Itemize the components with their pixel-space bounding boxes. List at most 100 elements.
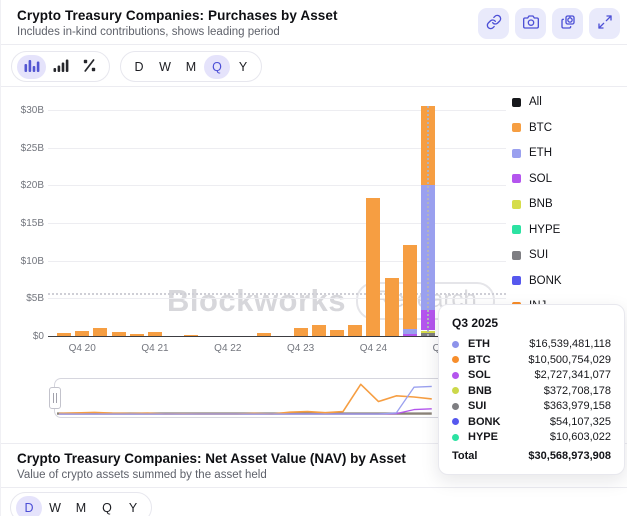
reference-line <box>48 293 506 295</box>
chart-actions <box>478 8 620 39</box>
top-period-d-button[interactable]: D <box>126 55 152 79</box>
page-title: Crypto Treasury Companies: Purchases by … <box>17 8 338 23</box>
legend-label: All <box>529 96 542 108</box>
blockworks-logo: Blockworks <box>167 283 346 319</box>
tooltip-row-bonk: BONK$54,107,325 <box>452 416 611 428</box>
y-axis-tick: $5B <box>4 293 44 304</box>
btc-dot-icon <box>452 356 459 363</box>
tooltip-row-eth: ETH $16,539,481,118 <box>452 338 611 350</box>
chart-type-percent-button[interactable] <box>75 55 104 79</box>
bar-btc-q1-25[interactable] <box>385 278 399 336</box>
y-axis-tick: $10B <box>4 256 44 267</box>
bnb-dot-icon <box>452 387 459 394</box>
gridline <box>48 110 506 111</box>
legend-item-bonk[interactable]: BONK <box>512 275 562 287</box>
x-axis-tick: Q4 21 <box>133 343 177 354</box>
expand-icon <box>597 14 613 33</box>
x-axis-tick: Q4 20 <box>60 343 104 354</box>
divider <box>1 44 627 45</box>
legend-item-btc[interactable]: BTC <box>512 122 562 134</box>
legend-item-sui[interactable]: SUI <box>512 249 562 261</box>
y-axis-tick: $0 <box>4 331 44 342</box>
tooltip-asset-value: $54,107,325 <box>550 416 611 428</box>
camera-icon <box>523 14 539 33</box>
link-icon <box>486 14 502 33</box>
tooltip-asset-value: $10,603,022 <box>550 431 611 443</box>
legend-label: BNB <box>529 198 553 210</box>
bar-btc-q2-25[interactable] <box>403 245 417 329</box>
x-axis-tick: Q4 23 <box>279 343 323 354</box>
legend-item-sol[interactable]: SOL <box>512 173 562 185</box>
y-axis-tick: $30B <box>4 105 44 116</box>
top-period-w-button[interactable]: W <box>152 55 178 79</box>
bar-eth-q2-25[interactable] <box>403 329 417 334</box>
legend-label: BTC <box>529 122 552 134</box>
tooltip-asset-value: $2,727,341,077 <box>535 369 611 381</box>
top-period-y-button[interactable]: Y <box>230 55 256 79</box>
eth-swatch-icon <box>512 149 521 158</box>
tooltip-total-label: Total <box>452 450 477 462</box>
bar-btc-q1-24[interactable] <box>312 325 326 336</box>
tooltip-asset-value: $16,539,481,118 <box>529 338 611 350</box>
gridline <box>48 185 506 186</box>
legend-item-bnb[interactable]: BNB <box>512 198 562 210</box>
bottom-period-q-button[interactable]: Q <box>94 496 120 516</box>
nav-section-subtitle: Value of crypto assets summed by the ass… <box>17 469 267 481</box>
hover-crosshair-line <box>427 106 429 336</box>
copy-link-button[interactable] <box>478 8 509 39</box>
screenshot-button[interactable] <box>515 8 546 39</box>
export-chart-icon <box>560 14 576 33</box>
navigator-left-handle[interactable] <box>49 387 61 409</box>
legend-item-hype[interactable]: HYPE <box>512 224 562 236</box>
x-axis-tick: Q4 22 <box>206 343 250 354</box>
chart-type-stacked-column-button[interactable] <box>17 55 46 79</box>
chart-type-switcher <box>11 51 110 82</box>
tooltip-row-sol: SOL $2,727,341,077 <box>452 369 611 381</box>
x-axis-tick: Q4 24 <box>351 343 395 354</box>
chart-type-grouped-column-button[interactable] <box>46 55 75 79</box>
tooltip-row-bnb: BNB$372,708,178 <box>452 385 611 397</box>
bottom-period-d-button[interactable]: D <box>16 496 42 516</box>
tooltip-asset-name: BNB <box>452 385 492 397</box>
nav-period-switcher: DWMQY <box>10 492 152 516</box>
eth-dot-icon <box>452 341 459 348</box>
legend-item-eth[interactable]: ETH <box>512 147 562 159</box>
divider <box>1 487 627 488</box>
sui-swatch-icon <box>512 251 521 260</box>
top-period-q-button[interactable]: Q <box>204 55 230 79</box>
bar-btc-q1-21[interactable] <box>93 328 107 336</box>
bar-btc-q4-24[interactable] <box>366 198 380 336</box>
nav-section-title: Crypto Treasury Companies: Net Asset Val… <box>17 451 406 466</box>
hype-dot-icon <box>452 434 459 441</box>
tooltip-row-hype: HYPE$10,603,022 <box>452 431 611 443</box>
tooltip-asset-name: SUI <box>452 400 486 412</box>
legend-label: SOL <box>529 173 552 185</box>
tooltip-asset-value: $363,979,158 <box>544 400 611 412</box>
bar-btc-q4-23[interactable] <box>294 328 308 336</box>
tooltip-total-row: Total $30,568,973,908 <box>452 450 611 462</box>
btc-swatch-icon <box>512 123 521 132</box>
bnb-swatch-icon <box>512 200 521 209</box>
y-axis-tick: $25B <box>4 143 44 154</box>
gridline <box>48 223 506 224</box>
export-chart-button[interactable] <box>552 8 583 39</box>
bar-btc-q3-24[interactable] <box>348 325 362 336</box>
bottom-period-w-button[interactable]: W <box>42 496 68 516</box>
tooltip-asset-name: SOL <box>452 369 491 381</box>
bonk-swatch-icon <box>512 276 521 285</box>
legend-item-all[interactable]: All <box>512 96 562 108</box>
top-period-m-button[interactable]: M <box>178 55 204 79</box>
chart-toolbar: DWMQY <box>11 51 262 82</box>
sol-swatch-icon <box>512 174 521 183</box>
divider <box>1 86 627 87</box>
ascending-bars-chart-icon <box>52 58 69 76</box>
tooltip-row-sui: SUI $363,979,158 <box>452 400 611 412</box>
bottom-period-m-button[interactable]: M <box>68 496 94 516</box>
chart-legend: AllBTCETHSOLBNBHYPESUIBONKINJ <box>512 96 562 326</box>
bonk-dot-icon <box>452 418 459 425</box>
tooltip-asset-name: BTC <box>452 354 491 366</box>
tooltip-title: Q3 2025 <box>452 316 611 330</box>
fullscreen-button[interactable] <box>589 8 620 39</box>
tooltip-asset-name: ETH <box>452 338 490 350</box>
bottom-period-y-button[interactable]: Y <box>120 496 146 516</box>
